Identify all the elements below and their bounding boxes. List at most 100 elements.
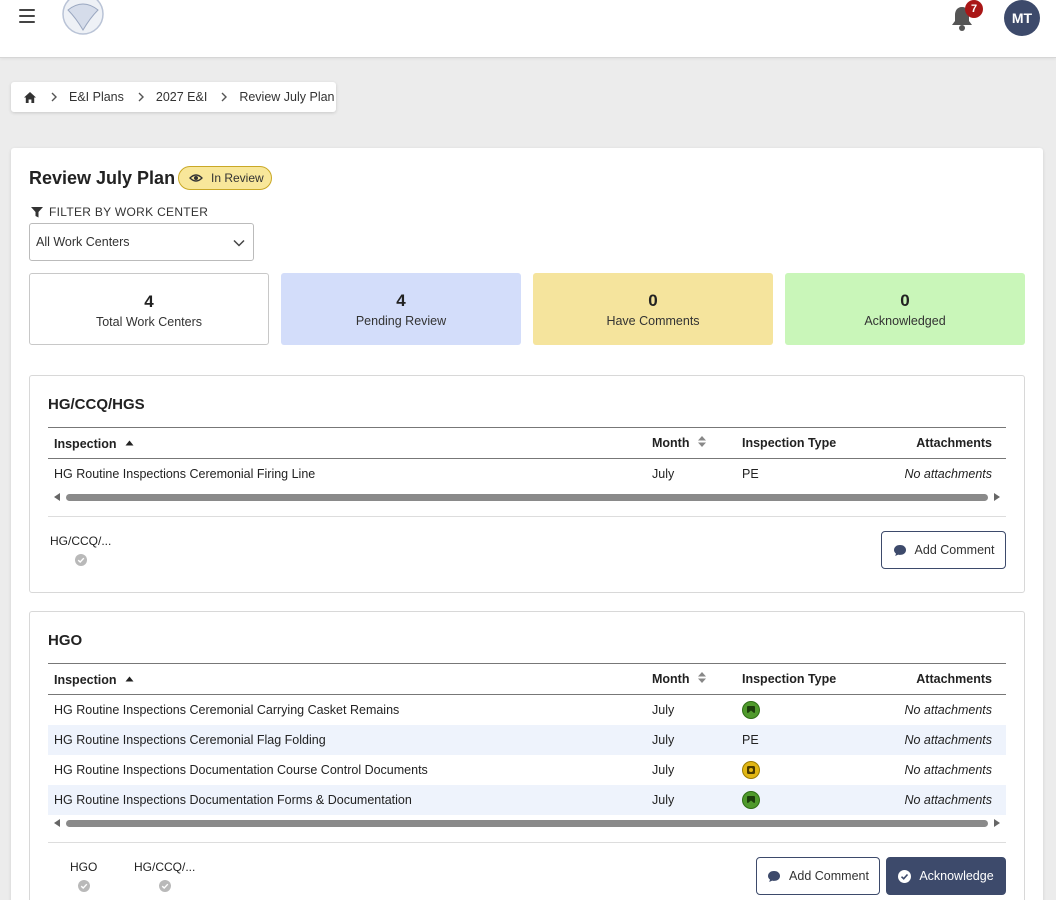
work-center-tag-label: HGO [70,860,98,874]
menu-icon[interactable] [19,9,35,23]
column-header-label: Inspection [54,437,117,451]
add-comment-label: Add Comment [914,543,995,557]
status-badge-label: In Review [211,171,264,185]
month-cell: July [652,466,675,481]
scrollbar-thumb[interactable] [66,494,988,501]
column-header-label: Month [652,436,690,450]
top-bar: 7 MT [0,0,1056,58]
divider [48,842,1006,843]
table-row[interactable]: HG Routine Inspections Ceremonial Carryi… [48,695,1006,725]
add-comment-button[interactable]: Add Comment [881,531,1006,569]
column-header-inspection[interactable]: Inspection [48,427,646,459]
stat-value: 4 [396,291,406,310]
table-row[interactable]: HG Routine Inspections Documentation For… [48,784,1006,815]
comment-icon [767,870,789,883]
scroll-right-icon[interactable] [994,819,1000,827]
month-cell: July [646,784,736,815]
column-header-attachments[interactable]: Attachments [876,427,1006,459]
table-row[interactable]: HG Routine Inspections Documentation Cou… [48,755,1006,785]
chevron-down-icon [233,236,245,250]
work-center-tag-label: HG/CCQ/... [134,860,196,874]
avatar[interactable]: MT [1004,0,1040,36]
inspection-cell: HG Routine Inspections Documentation For… [48,784,646,815]
work-center-select[interactable]: All Work Centers [29,223,254,261]
stat-value: 4 [144,292,154,311]
horizontal-scrollbar[interactable] [48,490,1006,504]
check-circle-icon [74,554,87,566]
notification-badge: 7 [965,0,983,18]
chevron-right-icon [45,92,63,102]
scrollbar-thumb[interactable] [66,820,988,827]
column-header-month[interactable]: Month [646,427,736,459]
page-title: Review July Plan [29,168,176,188]
scroll-right-icon[interactable] [994,493,1000,501]
inspection-cell: HG Routine Inspections Ceremonial Firing… [54,466,316,481]
horizontal-scrollbar[interactable] [48,816,1006,830]
scroll-left-icon[interactable] [54,819,60,827]
chevron-right-icon [132,92,150,102]
filter-label-text: FILTER BY WORK CENTER [49,205,209,219]
status-badge: In Review [178,166,272,190]
stat-label: Total Work Centers [95,315,203,329]
stat-total-work-centers: 4 Total Work Centers [29,273,269,345]
stat-have-comments[interactable]: 0 Have Comments [533,273,773,345]
check-circle-icon [158,880,171,892]
column-header-inspection-type[interactable]: Inspection Type [736,663,876,695]
work-center-panel: HG/CCQ/HGS Inspection Month Inspection T… [29,375,1025,593]
month-cell: July [646,724,736,755]
chevron-right-icon [215,92,233,102]
month-cell: July [652,702,675,717]
work-center-select-value: All Work Centers [36,235,130,249]
breadcrumb-2027-ei[interactable]: 2027 E&I [156,90,207,104]
filter-label: FILTER BY WORK CENTER [31,205,208,219]
inspection-table: Inspection Month Inspection Type Attachm… [48,427,1006,489]
attachments-cell: No attachments [904,466,992,481]
sort-icon [697,671,707,687]
inspection-cell: HG Routine Inspections Documentation Cou… [54,762,428,777]
check-circle-icon [77,880,90,892]
main-card: Review July Plan In Review FILTER BY WOR… [11,148,1043,900]
attachments-cell: No attachments [904,702,992,717]
attachments-cell: No attachments [876,784,1006,815]
inspection-type-cell [736,695,876,725]
stat-value: 0 [900,291,910,310]
work-center-tag-label: HG/CCQ/... [50,534,112,548]
attachments-cell: No attachments [904,762,992,777]
inspection-type-cell [736,755,876,785]
work-center-panel: HGO Inspection Month Inspection Type Att… [29,611,1025,900]
divider [48,516,1006,517]
column-header-attachments[interactable]: Attachments [876,663,1006,695]
logo [60,0,106,36]
month-cell: July [652,762,675,777]
scroll-left-icon[interactable] [54,493,60,501]
yellow-badge-icon [742,760,760,779]
sort-asc-icon [125,435,134,449]
comment-icon [893,544,915,557]
column-header-inspection[interactable]: Inspection [48,663,646,695]
work-center-tag: HG/CCQ/... [134,860,195,892]
inspection-type-cell [736,784,876,815]
stat-pending-review[interactable]: 4 Pending Review [281,273,521,345]
inspection-type-cell: PE [736,724,876,755]
table-row[interactable]: HG Routine Inspections Ceremonial Firing… [48,459,1006,489]
green-badge-icon [742,790,760,809]
acknowledge-button[interactable]: Acknowledge [886,857,1006,895]
stat-label: Acknowledged [864,314,946,328]
add-comment-label: Add Comment [789,869,869,883]
check-circle-icon [898,869,919,883]
inspection-table: Inspection Month Inspection Type Attachm… [48,663,1006,815]
add-comment-button[interactable]: Add Comment [756,857,880,895]
stat-value: 0 [648,291,658,310]
column-header-label: Month [652,672,690,686]
work-center-tag: HGO [70,860,97,892]
home-icon[interactable] [23,91,37,104]
column-header-month[interactable]: Month [646,663,736,695]
stat-acknowledged[interactable]: 0 Acknowledged [785,273,1025,345]
breadcrumb-ei-plans[interactable]: E&I Plans [69,90,124,104]
column-header-inspection-type[interactable]: Inspection Type [736,427,876,459]
acknowledge-label: Acknowledge [919,869,994,883]
table-row[interactable]: HG Routine Inspections Ceremonial Flag F… [48,724,1006,755]
breadcrumb-current: Review July Plan [239,90,335,104]
sort-icon [697,435,707,451]
inspection-cell: HG Routine Inspections Ceremonial Flag F… [48,724,646,755]
